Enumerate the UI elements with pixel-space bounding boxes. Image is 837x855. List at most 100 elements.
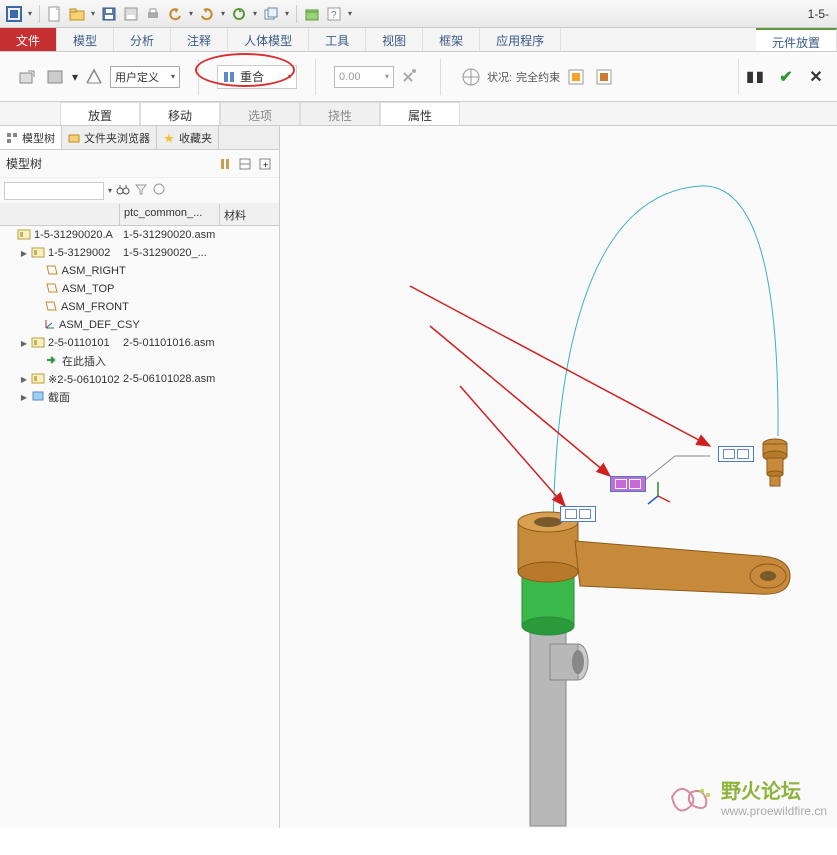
open-dropdown-icon[interactable]: ▾ — [89, 9, 97, 18]
tree-row[interactable]: ▶1-5-31290021-5-31290020_... — [0, 244, 279, 262]
windows-dropdown-icon[interactable]: ▾ — [283, 9, 291, 18]
undo-icon[interactable] — [165, 4, 185, 24]
panel-tab-tree[interactable]: 模型树 — [0, 126, 62, 149]
node-icon — [44, 282, 60, 297]
tree-row[interactable]: ▶ 截面 — [0, 388, 279, 406]
tab-annotate[interactable]: 注释 — [171, 28, 228, 51]
expand-icon[interactable]: ▶ — [18, 339, 30, 348]
help-icon[interactable]: ? — [324, 4, 344, 24]
node-icon — [30, 372, 46, 387]
workspace: 模型树 文件夹浏览器 收藏夹 模型树 + ▾ — [0, 126, 837, 828]
tree-row[interactable]: ASM_FRONT — [0, 298, 279, 316]
filter-icon[interactable] — [134, 182, 148, 199]
offset-field[interactable]: 0.00 — [334, 66, 394, 88]
tree-row[interactable]: ASM_RIGHT — [0, 262, 279, 280]
app-dropdown-icon[interactable]: ▾ — [26, 9, 34, 18]
pause-button[interactable]: ▮▮ — [743, 64, 769, 90]
tree-row[interactable]: 在此插入 — [0, 352, 279, 370]
col-material[interactable]: 材料 — [220, 204, 246, 225]
scene — [280, 126, 837, 828]
node-label: ASM_TOP — [60, 283, 114, 295]
node-icon — [44, 264, 60, 279]
interface-icon[interactable] — [82, 65, 106, 89]
regen-dropdown-icon[interactable]: ▾ — [251, 9, 259, 18]
panel-tab-fav[interactable]: 收藏夹 — [157, 126, 219, 149]
subtab-options[interactable]: 选项 — [220, 102, 300, 125]
redo-dropdown-icon[interactable]: ▾ — [219, 9, 227, 18]
coincident-icon — [222, 70, 236, 84]
tab-tools[interactable]: 工具 — [309, 28, 366, 51]
redo-icon[interactable] — [197, 4, 217, 24]
expand-icon[interactable]: ▶ — [18, 375, 30, 384]
status-box-1-icon[interactable] — [564, 65, 588, 89]
tree-tool-2-icon[interactable] — [237, 156, 253, 172]
app-icon[interactable] — [4, 4, 24, 24]
undo-dropdown-icon[interactable]: ▾ — [187, 9, 195, 18]
tree-row[interactable]: ASM_TOP — [0, 280, 279, 298]
tree-row[interactable]: ▶2-5-01101012-5-01101016.asm — [0, 334, 279, 352]
method-icon-1[interactable] — [16, 65, 40, 89]
method-icon-2[interactable] — [44, 65, 68, 89]
node-icon — [30, 390, 46, 405]
regen-icon[interactable] — [229, 4, 249, 24]
node-label: 截面 — [46, 389, 70, 405]
main-menu: 文件 模型 分析 注释 人体模型 工具 视图 框架 应用程序 元件放置 — [0, 28, 837, 52]
model-tree[interactable]: 1-5-31290020.A1-5-31290020.asm▶1-5-31290… — [0, 226, 279, 828]
tab-apps[interactable]: 应用程序 — [480, 28, 561, 51]
settings-dropdown-icon[interactable]: ▾ — [346, 9, 354, 18]
tree-search-input[interactable] — [4, 182, 104, 200]
col-common[interactable]: ptc_common_... — [120, 204, 220, 225]
tab-view[interactable]: 视图 — [366, 28, 423, 51]
subtab-props[interactable]: 属性 — [380, 102, 460, 125]
tab-file[interactable]: 文件 — [0, 28, 57, 51]
tab-placement[interactable]: 元件放置 — [756, 28, 837, 51]
constraint-type-dropdown[interactable]: 用户定义 — [110, 66, 180, 88]
tab-analysis[interactable]: 分析 — [114, 28, 171, 51]
saveas-icon[interactable] — [121, 4, 141, 24]
tree-row[interactable]: ▶※2-5-06101022-5-06101028.asm — [0, 370, 279, 388]
method-dropdown-icon[interactable]: ▾ — [72, 70, 78, 84]
expand-icon[interactable]: ▶ — [18, 249, 30, 258]
tree-tool-1-icon[interactable] — [217, 156, 233, 172]
windows-icon[interactable] — [261, 4, 281, 24]
binoculars-icon[interactable] — [116, 182, 130, 199]
subtab-move[interactable]: 移动 — [140, 102, 220, 125]
save-icon[interactable] — [99, 4, 119, 24]
ok-button[interactable]: ✔ — [773, 64, 799, 90]
constraint-glyph-1[interactable] — [718, 446, 754, 462]
status-box-2-icon[interactable] — [592, 65, 616, 89]
constraint-glyph-2[interactable] — [610, 476, 646, 492]
panel-header: 模型树 + — [0, 150, 279, 178]
tree-row[interactable]: 1-5-31290020.A1-5-31290020.asm — [0, 226, 279, 244]
panel-tab-folder-label: 文件夹浏览器 — [84, 130, 150, 146]
orient-icon[interactable] — [459, 65, 483, 89]
viewport[interactable]: 野火论坛 www.proewildfire.cn — [280, 126, 837, 828]
new-icon[interactable] — [45, 4, 65, 24]
status-value: 完全约束 — [516, 69, 560, 85]
coincident-button[interactable]: 重合 — [217, 65, 297, 89]
panel-tab-tree-label: 模型树 — [22, 130, 55, 146]
flip-icon[interactable] — [398, 65, 422, 89]
node-col2: 1-5-31290020_... — [123, 247, 279, 259]
open-icon[interactable] — [67, 4, 87, 24]
tab-model[interactable]: 模型 — [57, 28, 114, 51]
panel-tab-fav-label: 收藏夹 — [179, 130, 212, 146]
panel-title: 模型树 — [6, 155, 42, 172]
node-label: ASM_RIGHT — [60, 265, 126, 277]
panel-tab-folder[interactable]: 文件夹浏览器 — [62, 126, 157, 149]
close-window-icon[interactable] — [302, 4, 322, 24]
tree-row[interactable]: ASM_DEF_CSY — [0, 316, 279, 334]
subtab-placement[interactable]: 放置 — [60, 102, 140, 125]
node-icon — [30, 336, 46, 351]
tab-manikin[interactable]: 人体模型 — [228, 28, 309, 51]
tree-tool-3-icon[interactable]: + — [257, 156, 273, 172]
expand-icon[interactable]: ▶ — [18, 393, 30, 402]
subtab-flex[interactable]: 挠性 — [300, 102, 380, 125]
tab-frame[interactable]: 框架 — [423, 28, 480, 51]
tree-columns: ptc_common_... 材料 — [0, 204, 279, 226]
constraint-glyph-3[interactable] — [560, 506, 596, 522]
print-icon[interactable] — [143, 4, 163, 24]
options-icon[interactable] — [152, 182, 166, 199]
constraint-type-label: 用户定义 — [115, 69, 159, 85]
cancel-button[interactable]: ✕ — [803, 64, 829, 90]
